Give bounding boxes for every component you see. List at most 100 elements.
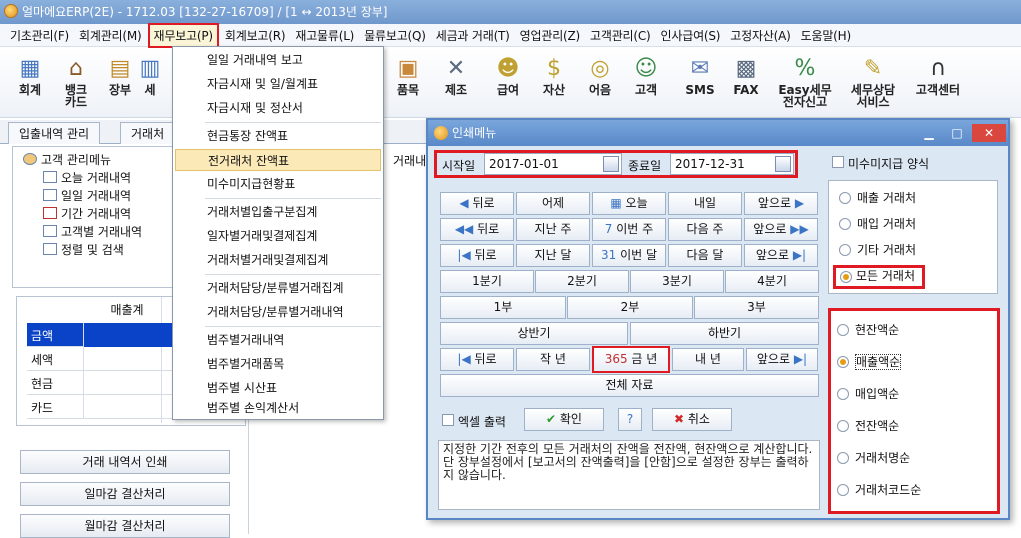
menu-inventory[interactable]: 재고물류(L) [291, 25, 358, 46]
menu-tax-trade[interactable]: 세금과 거래(T) [432, 25, 514, 46]
menu-item-daily-report[interactable]: 일일 거래내역 보고 [175, 49, 381, 71]
toolbar-consult-button[interactable]: ✎ 세무상담 서비스 [838, 54, 908, 114]
menu-logistics-report[interactable]: 물류보고(Q) [360, 25, 430, 46]
menu-sales[interactable]: 영업관리(Z) [516, 25, 584, 46]
last-week-button[interactable]: 지난 주 [516, 218, 590, 241]
menu-item-unpaid-status[interactable]: 미수미지급현황표 [175, 173, 381, 195]
menu-accounting-report[interactable]: 회계보고(R) [221, 25, 289, 46]
menu-item-all-customer-balance[interactable]: 전거래처 잔액표 [175, 149, 381, 171]
type-all-radio[interactable]: 모든 거래처 [833, 265, 925, 289]
menu-accounting[interactable]: 회계관리(M) [75, 25, 145, 46]
ok-button[interactable]: ✔ 확인 [524, 408, 604, 431]
calendar-icon[interactable] [603, 156, 619, 172]
sort-current-balance-radio[interactable]: 현잔액순 [835, 319, 995, 341]
type-sales-radio[interactable]: 매출 거래처 [837, 187, 997, 209]
toolbar-support-button[interactable]: ∩ 고객센터 [906, 54, 970, 114]
menu-customer[interactable]: 고객관리(C) [586, 25, 655, 46]
all-data-button[interactable]: 전체 자료 [440, 374, 819, 397]
help-button[interactable]: ? [618, 408, 642, 431]
bank-icon: ⌂ [69, 56, 83, 81]
cancel-button[interactable]: ✖ 취소 [652, 408, 732, 431]
menu-item-customer-trade-summary[interactable]: 거래처별거래및결제집계 [175, 249, 381, 271]
tree-item-sort-search[interactable]: 정렬 및 검색 [43, 241, 124, 258]
second-half-button[interactable]: 하반기 [630, 322, 819, 345]
monthly-close-button[interactable]: 월마감 결산처리 [20, 514, 230, 538]
daily-close-button[interactable]: 일마감 결산처리 [20, 482, 230, 506]
menu-payroll[interactable]: 인사급여(S) [657, 25, 725, 46]
tree-item-by-customer[interactable]: 고객별 거래내역 [43, 223, 142, 240]
close-icon[interactable]: ✕ [972, 124, 1006, 142]
toolbar-easy-tax-button[interactable]: % Easy세무 전자신고 [770, 54, 840, 114]
this-week-button[interactable]: 7 이번 주 [592, 218, 666, 241]
last-year-button[interactable]: 작 년 [516, 348, 590, 371]
day-forward-button[interactable]: 앞으로 ▶ [744, 192, 818, 215]
type-purchase-radio[interactable]: 매입 거래처 [837, 213, 997, 235]
last-month-button[interactable]: 지난 달 [516, 244, 590, 267]
today-button[interactable]: ▦ 오늘 [592, 192, 666, 215]
menu-item-fund-daily-monthly[interactable]: 자금시재 및 일/월계표 [175, 73, 381, 95]
tree-item-today[interactable]: 오늘 거래내역 [43, 169, 131, 186]
menu-help[interactable]: 도움말(H) [797, 25, 855, 46]
week-back-button[interactable]: ◀◀ 뒤로 [440, 218, 514, 241]
sort-name-radio[interactable]: 거래처명순 [835, 447, 995, 469]
quarter-2-button[interactable]: 2분기 [535, 270, 629, 293]
term-3-button[interactable]: 3부 [694, 296, 819, 319]
unpaid-form-checkbox[interactable] [832, 156, 844, 168]
this-year-button[interactable]: 365 금 년 [592, 346, 670, 373]
year-back-button[interactable]: |◀ 뒤로 [440, 348, 514, 371]
financial-report-dropdown: 일일 거래내역 보고 자금시재 및 일/월계표 자금시재 및 정산서 현금통장 … [172, 46, 384, 420]
tree-root[interactable]: 고객 관리메뉴 [23, 151, 111, 168]
menu-item-category-income[interactable]: 범주별 손익계산서 [175, 397, 381, 419]
menu-item-date-trade-summary[interactable]: 일자별거래및결제집계 [175, 225, 381, 247]
next-month-button[interactable]: 다음 달 [668, 244, 742, 267]
toolbar-fax-button[interactable]: ▩ FAX [716, 54, 776, 114]
menu-item-customer-io-summary[interactable]: 거래처별입출구분집계 [175, 201, 381, 223]
menu-basic[interactable]: 기초관리(F) [6, 25, 73, 46]
maximize-icon[interactable]: □ [944, 124, 970, 142]
tab-transactions[interactable]: 입출내역 관리 [8, 122, 101, 144]
week-forward-button[interactable]: 앞으로 ▶▶ [744, 218, 818, 241]
tomorrow-button[interactable]: 내일 [668, 192, 742, 215]
menu-financial-report[interactable]: 재무보고(P) [147, 22, 219, 48]
menu-item-manager-trade-summary[interactable]: 거래처담당/분류별거래집계 [175, 277, 381, 299]
sort-purchase-radio[interactable]: 매입액순 [835, 383, 995, 405]
day-back-button[interactable]: ◀ 뒤로 [440, 192, 514, 215]
yesterday-button[interactable]: 어제 [516, 192, 590, 215]
term-1-button[interactable]: 1부 [440, 296, 566, 319]
this-month-button[interactable]: 31 이번 달 [592, 244, 666, 267]
calendar-icon[interactable] [775, 156, 791, 172]
menu-item-category-items[interactable]: 범주별거래품목 [175, 353, 381, 375]
menu-item-fund-settlement[interactable]: 자금시재 및 정산서 [175, 97, 381, 119]
toolbar-customer-button[interactable]: ☺ 고객 [616, 54, 676, 114]
tree-item-daily[interactable]: 일일 거래내역 [43, 187, 131, 204]
month-back-button[interactable]: |◀ 뒤로 [440, 244, 514, 267]
excel-export-checkbox[interactable] [442, 414, 454, 426]
month-forward-button[interactable]: 앞으로 ▶| [744, 244, 818, 267]
end-date-input[interactable]: 2017-12-31 [670, 153, 794, 175]
quarter-4-button[interactable]: 4분기 [725, 270, 819, 293]
menu-item-category-trades[interactable]: 범주별거래내역 [175, 329, 381, 351]
quarter-3-button[interactable]: 3분기 [630, 270, 724, 293]
start-date-input[interactable]: 2017-01-01 [484, 153, 622, 175]
minimize-icon[interactable]: ▁ [916, 124, 942, 142]
year-forward-button[interactable]: 앞으로 ▶| [746, 348, 818, 371]
next-week-button[interactable]: 다음 주 [668, 218, 742, 241]
first-half-button[interactable]: 상반기 [440, 322, 628, 345]
print-statement-button[interactable]: 거래 내역서 인쇄 [20, 450, 230, 474]
tree-item-period[interactable]: 기간 거래내역 [43, 205, 131, 222]
menu-item-manager-trade-detail[interactable]: 거래처담당/분류별거래내역 [175, 301, 381, 323]
term-2-button[interactable]: 2부 [567, 296, 693, 319]
menu-item-cash-balance[interactable]: 현금통장 잔액표 [175, 125, 381, 147]
sort-prev-balance-radio[interactable]: 전잔액순 [835, 415, 995, 437]
tab-customer-trades[interactable]: 거래처 [120, 122, 176, 144]
next-year-button[interactable]: 내 년 [672, 348, 744, 371]
sort-sales-radio[interactable]: 매출액순 [835, 351, 995, 373]
quarter-1-button[interactable]: 1분기 [440, 270, 534, 293]
type-other-radio[interactable]: 기타 거래처 [837, 239, 997, 261]
calendar-365-icon: 365 [604, 352, 632, 366]
menu-fixed-asset[interactable]: 고정자산(A) [726, 25, 794, 46]
toolbar-manufacture-button[interactable]: ✕ 제조 [426, 54, 486, 114]
toolbar-tax-button[interactable]: ▥ 세 [130, 54, 170, 114]
sort-code-radio[interactable]: 거래처코드순 [835, 479, 995, 501]
menu-item-category-trial-balance[interactable]: 범주별 시산표 [175, 377, 381, 399]
